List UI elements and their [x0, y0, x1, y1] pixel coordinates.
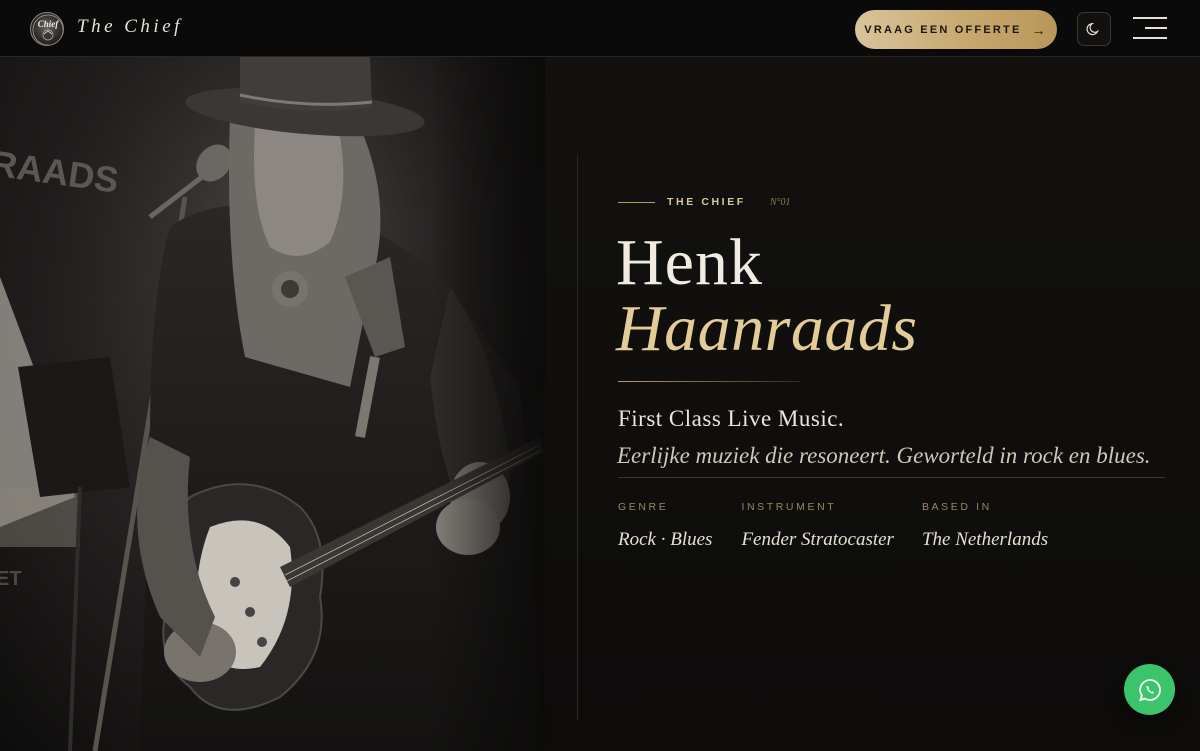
eyebrow-dash — [618, 201, 655, 203]
fact-label: GENRE — [618, 501, 669, 513]
logo-text: Chief — [38, 19, 60, 29]
vertical-divider — [577, 155, 578, 720]
name-divider — [618, 381, 800, 382]
fact-instrument: INSTRUMENT Fender Stratocaster — [741, 501, 894, 551]
brand-name[interactable]: The Chief — [77, 16, 183, 38]
hamburger-menu-icon[interactable] — [1131, 16, 1167, 42]
hero-eyebrow: THE CHIEF N°01 — [618, 196, 791, 208]
moon-icon — [1086, 22, 1100, 36]
menu-line — [1133, 37, 1167, 39]
artist-last-name: Haanraads — [616, 292, 918, 365]
request-quote-button[interactable]: VRAAG EEN OFFERTE → — [855, 10, 1057, 49]
fact-value: The Netherlands — [921, 529, 1049, 550]
eyebrow-number: N°01 — [769, 196, 791, 208]
arrow-right-icon: → — [1031, 21, 1048, 38]
request-quote-label: VRAAG EEN OFFERTE — [864, 23, 1022, 36]
menu-line — [1145, 27, 1167, 29]
fact-based-in: BASED IN The Netherlands — [922, 501, 1048, 551]
logo-emblem-icon: Chief — [32, 14, 63, 45]
logo-badge[interactable]: Chief — [30, 12, 64, 46]
whatsapp-button[interactable] — [1124, 664, 1175, 715]
facts-divider — [618, 477, 1165, 478]
fact-value: Rock · Blues — [618, 529, 713, 550]
fact-label: BASED IN — [921, 501, 992, 513]
menu-line — [1133, 17, 1167, 19]
fact-genre: GENRE Rock · Blues — [618, 501, 712, 551]
artist-facts: GENRE Rock · Blues INSTRUMENT Fender Str… — [618, 501, 1076, 551]
hero-subline: Eerlijke muziek die resoneert. Geworteld… — [617, 443, 1151, 468]
whatsapp-icon — [1138, 678, 1161, 701]
hero-content-panel — [545, 57, 1200, 751]
backdrop-text-bottom: ET — [0, 568, 22, 590]
artist-first-name: Henk — [616, 226, 763, 299]
fact-value: Fender Stratocaster — [741, 529, 894, 550]
fact-label: INSTRUMENT — [741, 501, 837, 513]
site-header: Chief The Chief VRAAG EEN OFFERTE → — [0, 0, 1200, 57]
eyebrow-label: THE CHIEF — [667, 196, 746, 208]
theme-toggle-button[interactable] — [1077, 12, 1111, 46]
hero-tagline: First Class Live Music. — [618, 406, 845, 431]
